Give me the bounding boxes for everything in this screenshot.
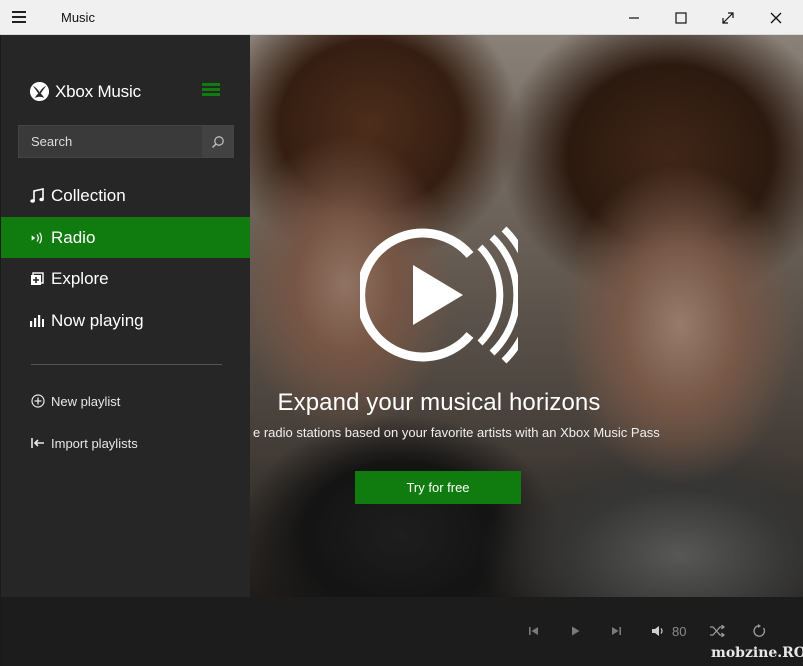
import-playlists-label: Import playlists bbox=[51, 435, 138, 451]
new-playlist-button[interactable]: New playlist bbox=[1, 386, 250, 416]
import-icon bbox=[31, 436, 45, 450]
sidebar-divider bbox=[31, 364, 222, 365]
nav-explore[interactable]: Explore bbox=[1, 258, 250, 299]
music-note-icon bbox=[29, 187, 45, 204]
hamburger-menu-icon[interactable] bbox=[202, 83, 220, 97]
maximize-icon bbox=[675, 11, 687, 24]
shuffle-icon bbox=[710, 625, 725, 637]
title-bar: Music bbox=[0, 0, 803, 35]
play-icon bbox=[572, 626, 580, 636]
previous-button[interactable] bbox=[524, 621, 544, 641]
previous-icon bbox=[529, 627, 538, 635]
nav-collection[interactable]: Collection bbox=[1, 175, 250, 216]
brand: Xbox Music bbox=[29, 81, 141, 102]
explore-icon bbox=[29, 271, 45, 287]
radio-hero: Expand your musical horizons e radio sta… bbox=[250, 35, 803, 597]
close-button[interactable] bbox=[753, 0, 799, 35]
sidebar: Xbox Music Search Collection Radio Explo… bbox=[1, 35, 250, 597]
try-for-free-button[interactable]: Try for free bbox=[355, 471, 521, 504]
fullscreen-button[interactable] bbox=[705, 0, 751, 35]
shuffle-button[interactable] bbox=[707, 621, 727, 641]
search-button[interactable] bbox=[202, 126, 233, 157]
repeat-icon bbox=[753, 624, 766, 637]
next-icon bbox=[612, 627, 621, 635]
hero-subline: e radio stations based on your favorite … bbox=[253, 425, 660, 440]
volume-icon bbox=[652, 626, 663, 636]
search-icon bbox=[211, 135, 224, 148]
search-input[interactable]: Search bbox=[19, 126, 202, 157]
close-icon bbox=[770, 12, 782, 23]
import-playlists-button[interactable]: Import playlists bbox=[1, 428, 250, 458]
radio-icon bbox=[29, 230, 45, 246]
minimize-icon bbox=[629, 16, 639, 19]
nav-now-playing[interactable]: Now playing bbox=[1, 300, 250, 341]
volume-level: 80 bbox=[672, 624, 687, 639]
equalizer-icon bbox=[29, 313, 45, 329]
minimize-button[interactable] bbox=[611, 0, 657, 35]
volume-button[interactable] bbox=[648, 621, 668, 641]
brand-name: Xbox Music bbox=[55, 81, 141, 101]
fullscreen-icon bbox=[722, 11, 734, 24]
player-bar: 80 bbox=[1, 597, 803, 666]
next-button[interactable] bbox=[606, 621, 626, 641]
search-box: Search bbox=[18, 125, 234, 158]
nav-collection-label: Collection bbox=[51, 185, 126, 205]
hero-headline: Expand your musical horizons bbox=[277, 389, 601, 416]
nav-radio[interactable]: Radio bbox=[1, 217, 250, 258]
play-button[interactable] bbox=[565, 621, 585, 641]
hero-image bbox=[250, 35, 803, 597]
xbox-logo-icon bbox=[29, 81, 50, 102]
watermark: mobzine.RO bbox=[711, 645, 803, 661]
window-title: Music bbox=[61, 10, 95, 25]
repeat-button[interactable] bbox=[749, 621, 769, 641]
new-playlist-label: New playlist bbox=[51, 393, 121, 409]
nav-now-playing-label: Now playing bbox=[51, 310, 144, 330]
maximize-button[interactable] bbox=[658, 0, 704, 35]
nav-radio-label: Radio bbox=[51, 227, 96, 247]
add-circle-icon bbox=[31, 394, 45, 408]
radio-play-icon bbox=[360, 226, 518, 364]
nav-explore-label: Explore bbox=[51, 268, 109, 288]
app-menu-icon[interactable] bbox=[12, 11, 26, 23]
